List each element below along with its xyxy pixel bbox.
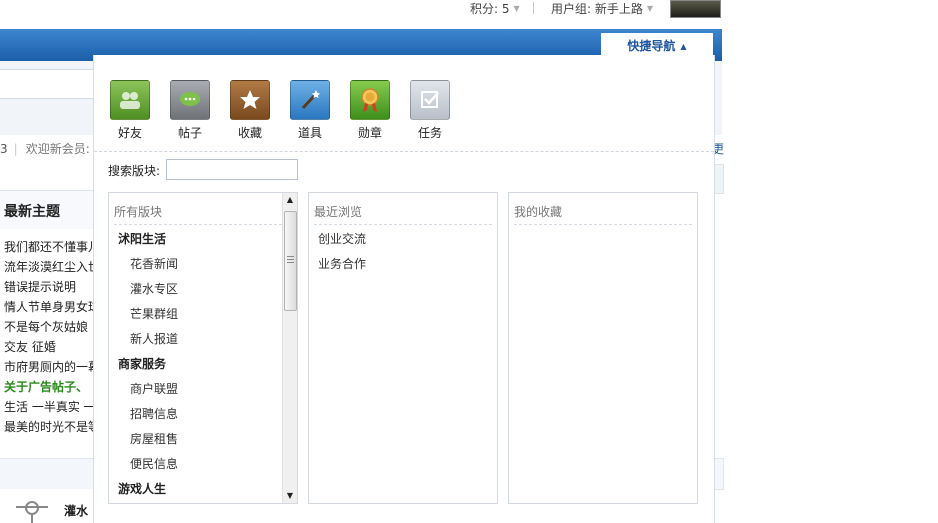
magic-wand-icon	[290, 80, 330, 120]
quick-nav-title: 快捷导航	[627, 39, 676, 53]
forum-item[interactable]: 房屋租售	[109, 427, 297, 452]
thread-link[interactable]: 情人节单身男女球	[4, 297, 94, 317]
friends-icon	[110, 80, 150, 120]
post-icon	[170, 80, 210, 120]
thread-link[interactable]: 市府男厕内的一幕	[4, 357, 94, 377]
scroll-thumb[interactable]	[284, 211, 297, 311]
thread-link[interactable]: 我们都还不懂事儿	[4, 237, 94, 257]
scroll-down-icon[interactable]: ▼	[283, 489, 297, 503]
forum-category[interactable]: 沭阳生活	[109, 227, 297, 252]
tool-label: 好友	[117, 126, 142, 140]
forum-search-label: 搜索版块:	[108, 164, 161, 178]
tool-label: 收藏	[237, 126, 262, 140]
tool-label: 帖子	[177, 126, 202, 140]
latest-threads-title: 最新主题	[4, 204, 60, 220]
thread-link[interactable]: 最美的时光不是等	[4, 417, 94, 437]
thread-link[interactable]: 关于广告帖子、	[4, 377, 94, 397]
column-header: 最近浏览	[314, 203, 492, 225]
task-icon	[410, 80, 450, 120]
user-avatar-icon	[16, 501, 48, 523]
forum-search-input[interactable]	[166, 159, 298, 180]
latest-threads-list: 我们都还不懂事儿 流年淡漠红尘入世 错误提示说明 情人节单身男女球 不是每个灰姑娘 交友 …	[4, 237, 94, 437]
quick-nav-panel: 好友 帖子 收藏 道具 勋章 任务 搜索版块: 所有版块 沭阳生活 花香新闻 灌…	[93, 55, 715, 523]
column-header: 我的收藏	[514, 203, 692, 225]
forum-item[interactable]: 便民信息	[109, 452, 297, 477]
thread-link[interactable]: 生活 一半真实 一	[4, 397, 94, 417]
favorite-icon	[230, 80, 270, 120]
tool-tasks[interactable]: 任务	[408, 80, 452, 141]
recent-item[interactable]: 创业交流	[309, 227, 497, 252]
tool-label: 勋章	[357, 126, 382, 140]
thread-link[interactable]: 流年淡漠红尘入世	[4, 257, 94, 277]
forum-category[interactable]: 游戏人生	[109, 477, 297, 502]
latest-threads-header: 最新主题	[0, 190, 93, 229]
recent-list: 创业交流 业务合作	[309, 227, 497, 277]
section-header	[0, 458, 93, 489]
all-forums-column: 所有版块 沭阳生活 花香新闻 灌水专区 芒果群组 新人报道 商家服务 商户联盟 招聘信息 房屋租…	[108, 192, 298, 504]
score-menu[interactable]: 积分: 5 ▼	[470, 0, 520, 17]
user-group-menu[interactable]: 用户组: 新手上路 ▼	[551, 0, 653, 17]
forum-category[interactable]: 商家服务	[109, 352, 297, 377]
tool-posts[interactable]: 帖子	[168, 80, 212, 141]
forum-item[interactable]: 招聘信息	[109, 402, 297, 427]
thread-link[interactable]: 错误提示说明	[4, 277, 94, 297]
avatar[interactable]	[670, 0, 721, 18]
forum-name[interactable]: 灌水	[64, 502, 88, 519]
forum-item[interactable]: 灌水专区	[109, 277, 297, 302]
welcome-bar: 3 | 欢迎新会员: 爱	[0, 142, 106, 156]
thread-link[interactable]: 交友 征婚	[4, 337, 94, 357]
tool-label: 任务	[417, 126, 442, 140]
scroll-up-icon[interactable]: ▲	[283, 193, 297, 207]
user-bar: 积分: 5 ▼ 用户组: 新手上路 ▼	[0, 0, 938, 22]
grip-icon	[287, 256, 294, 264]
forum-list: 沭阳生活 花香新闻 灌水专区 芒果群组 新人报道 商家服务 商户联盟 招聘信息 房屋租售 便民信息…	[109, 227, 297, 502]
scrollbar[interactable]: ▲ ▼	[282, 193, 297, 503]
forum-item[interactable]: 商户联盟	[109, 377, 297, 402]
column-header: 所有版块	[114, 203, 292, 225]
tool-label: 道具	[297, 126, 322, 140]
stat-count: 3	[0, 142, 8, 156]
divider	[94, 151, 714, 152]
divider	[533, 2, 534, 14]
chevron-down-icon: ▼	[513, 4, 520, 13]
recent-column: 最近浏览 创业交流 业务合作	[308, 192, 498, 504]
user-group-label: 用户组: 新手上路	[551, 2, 643, 16]
tool-favorites[interactable]: 收藏	[228, 80, 272, 141]
thread-link[interactable]: 不是每个灰姑娘	[4, 317, 94, 337]
chevron-down-icon: ▼	[646, 4, 654, 13]
tool-medals[interactable]: 勋章	[348, 80, 392, 141]
score-label: 积分: 5	[470, 2, 510, 16]
forum-item[interactable]: 芒果群组	[109, 302, 297, 327]
favorites-column: 我的收藏	[508, 192, 698, 504]
forum-item[interactable]: 新人报道	[109, 327, 297, 352]
medal-icon	[350, 80, 390, 120]
chevron-up-icon: ▲	[680, 42, 687, 51]
recent-item[interactable]: 业务合作	[309, 252, 497, 277]
tool-friends[interactable]: 好友	[108, 80, 152, 141]
tool-items[interactable]: 道具	[288, 80, 332, 141]
forum-item[interactable]: 花香新闻	[109, 252, 297, 277]
background-search-box[interactable]	[0, 69, 94, 99]
